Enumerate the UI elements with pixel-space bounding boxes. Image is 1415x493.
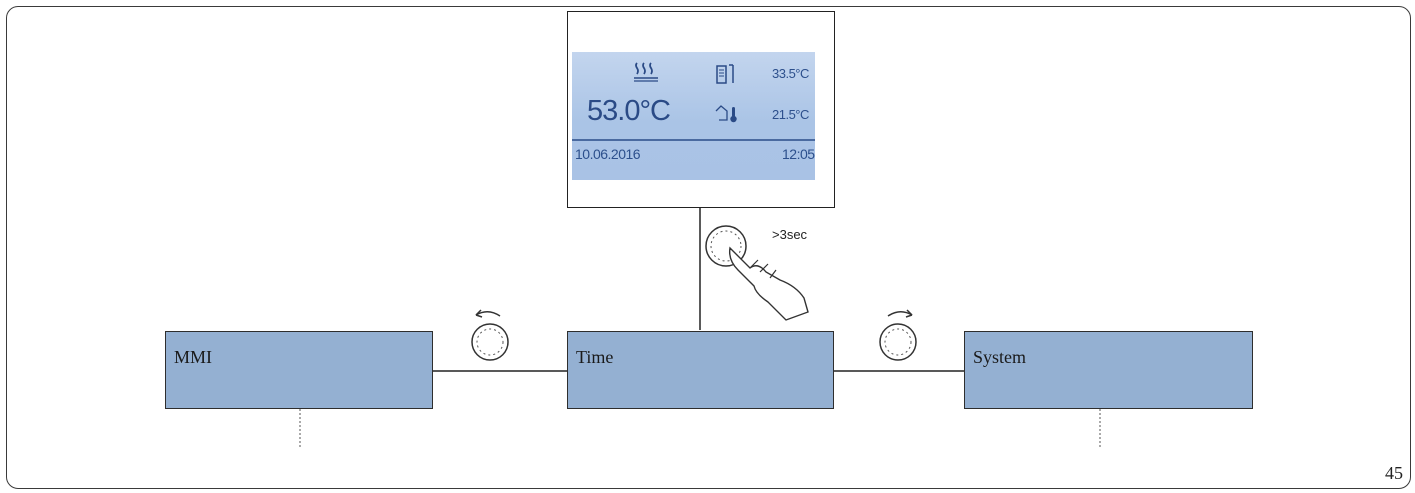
outdoor-temperature: 21.5°C [772, 107, 809, 122]
hot-water-cylinder-icon [716, 64, 734, 84]
page-number: 45 [1385, 463, 1403, 483]
lcd-screen: 53.0°C 33.5°C 21.5°C 10.06.2016 12:05 [572, 52, 815, 180]
menu-box-system[interactable]: System [964, 331, 1253, 409]
menu-label-mmi: MMI [174, 347, 213, 367]
display-frame: 53.0°C 33.5°C 21.5°C 10.06.2016 12:05 [567, 11, 835, 208]
menu-box-mmi[interactable]: MMI [165, 331, 433, 409]
menu-box-time[interactable]: Time [567, 331, 834, 409]
display-time: 12:05 [782, 146, 815, 162]
heating-icon [634, 62, 658, 82]
outdoor-temperature-icon [715, 105, 737, 123]
cylinder-temperature: 33.5°C [772, 66, 809, 81]
lcd-divider [572, 139, 815, 141]
rotate-clockwise-icon[interactable] [874, 306, 922, 364]
press-duration-hint: >3sec [772, 227, 808, 242]
rotate-counterclockwise-icon[interactable] [466, 306, 514, 364]
hand-press-knob-icon[interactable] [700, 220, 830, 325]
flow-temperature: 53.0°C [587, 95, 671, 127]
display-date: 10.06.2016 [575, 146, 641, 162]
menu-label-time: Time [576, 347, 614, 367]
menu-label-system: System [973, 347, 1027, 367]
